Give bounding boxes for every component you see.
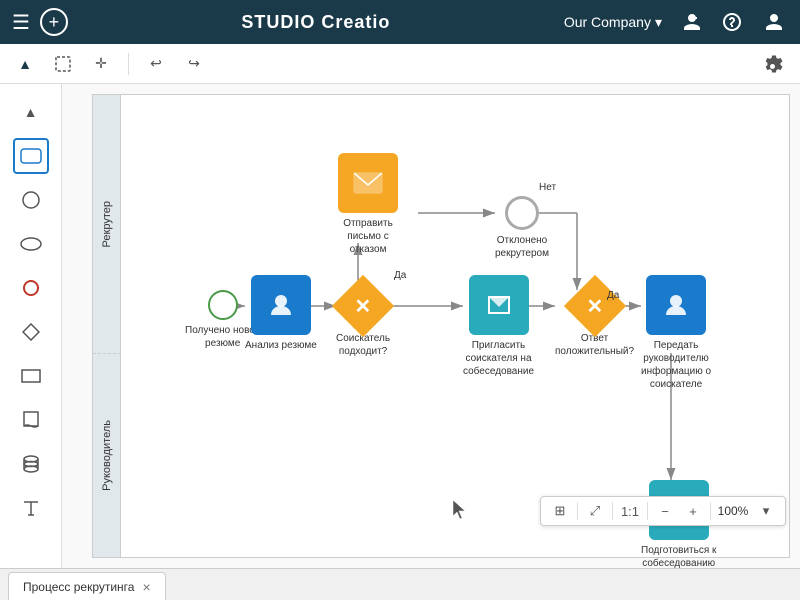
intermediate-event-label: Отклоненорекрутером [495,234,549,260]
select-tool[interactable] [48,49,78,79]
gateway1-shape: ✕ [332,275,394,337]
tab-label: Процесс рекрутинга [23,580,134,594]
transfer-task[interactable]: Передатьруководителюинформацию осоискате… [641,275,711,391]
zoom-toolbar: ⊞ ⤢ 1:1 − + 100% ▾ [540,496,786,526]
user-profile-icon[interactable] [760,8,788,36]
hamburger-menu-icon[interactable]: ☰ [12,10,30,35]
transfer-task-shape [646,275,706,335]
toolbar-separator-1 [128,53,129,75]
gateway1[interactable]: ✕ Соискательподходит? Да [336,284,390,358]
panel-rounded-rect[interactable] [13,138,49,174]
analyze-task-label: Анализ резюме [245,339,317,352]
company-selector[interactable]: Our Company ▾ [564,14,662,31]
process-tab[interactable]: Процесс рекрутинга × [8,572,166,600]
analyze-task[interactable]: Анализ резюме [245,275,317,352]
panel-oval[interactable] [13,226,49,262]
recruiter-label-text: Рекрутер [101,201,113,247]
send-reject-shape [338,153,398,213]
crosshair-tool[interactable]: ✛ [86,49,116,79]
panel-diamond[interactable] [13,314,49,350]
transfer-task-label: Передатьруководителюинформацию осоискате… [641,339,711,391]
manager-lane-label: Руководитель [93,354,121,557]
tab-close-button[interactable]: × [142,579,150,595]
panel-circle-outline[interactable] [13,270,49,306]
send-reject-task[interactable]: Отправить письмо сотказом [328,153,408,256]
recruiter-lane-label: Рекрутер [93,95,121,354]
zoom-in-button[interactable]: + [680,499,706,523]
gateway2-yes-label: Да [607,290,619,301]
main-area: ▲ [0,84,800,568]
zoom-ratio-button[interactable]: 1:1 [617,499,643,523]
company-name: Our Company [564,14,651,30]
gateway2[interactable]: ✕ Ответположительный? Да [555,284,634,358]
mouse-cursor [453,500,467,525]
topbar: ☰ + STUDIO Creatio Our Company ▾ [0,0,800,44]
intermediate-event-shape [505,196,539,230]
company-dropdown-icon: ▾ [655,14,662,31]
diagram-toolbar: ▲ ✛ ↩ ↪ [0,44,800,84]
undo-button[interactable]: ↩ [141,49,171,79]
panel-text[interactable] [13,490,49,526]
cursor-tool[interactable]: ▲ [10,49,40,79]
canvas-inner: Процесс рекрутинга Рекрутер Руководитель [62,84,800,568]
zoom-sep-1 [577,502,578,520]
tab-bar: Процесс рекрутинга × [0,568,800,600]
intermediate-event[interactable]: Отклоненорекрутером Нет [495,196,549,260]
gateway1-yes-label: Да [394,270,406,281]
gateway1-icon: ✕ [355,293,372,318]
invite-task-label: Пригласитьсоискателя насобеседование [463,339,534,378]
intermediate-no-label: Нет [539,182,556,193]
diagram-canvas[interactable]: Процесс рекрутинга Рекрутер Руководитель [62,84,800,568]
zoom-percent[interactable]: 100% [715,504,751,518]
help-icon[interactable] [718,8,746,36]
left-shape-panel: ▲ [0,84,62,568]
panel-document[interactable] [13,402,49,438]
invite-task-shape [469,275,529,335]
manager-label-text: Руководитель [101,420,113,491]
diagram-settings-button[interactable] [760,49,790,79]
app-title: STUDIO Creatio [78,12,554,33]
send-reject-label: Отправить письмо сотказом [328,217,408,256]
swimlane-container: Процесс рекрутинга Рекрутер Руководитель [92,94,790,558]
grid-view-button[interactable]: ⊞ [547,499,573,523]
redo-button[interactable]: ↪ [179,49,209,79]
zoom-sep-2 [612,502,613,520]
zoom-dropdown-icon[interactable]: ▾ [753,499,779,523]
fit-view-button[interactable]: ⤢ [582,499,608,523]
panel-rectangle[interactable] [13,358,49,394]
panel-circle[interactable] [13,182,49,218]
topbar-right: Our Company ▾ [564,8,788,36]
add-user-icon[interactable] [676,8,704,36]
new-tab-button[interactable]: + [40,8,68,36]
panel-database[interactable] [13,446,49,482]
start-event-shape [208,290,238,320]
zoom-sep-4 [710,502,711,520]
prepare-task-label: Подготовиться ксобеседованию [641,544,716,568]
zoom-sep-3 [647,502,648,520]
zoom-out-button[interactable]: − [652,499,678,523]
analyze-task-shape [251,275,311,335]
gateway2-icon: ✕ [586,293,603,318]
gateway2-shape: ✕ [563,275,625,337]
panel-pointer[interactable]: ▲ [13,94,49,130]
invite-task[interactable]: Пригласитьсоискателя насобеседование [463,275,534,378]
